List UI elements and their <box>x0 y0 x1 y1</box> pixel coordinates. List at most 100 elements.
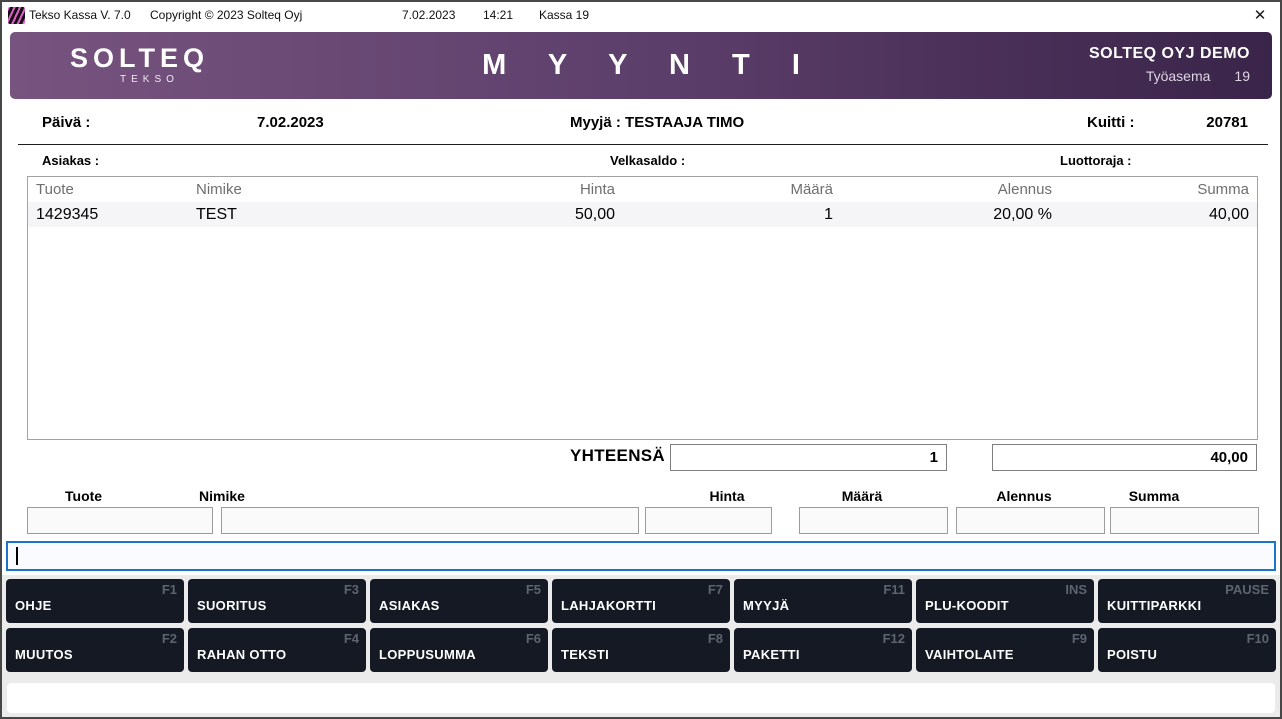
fkey-label: F10 <box>1247 631 1269 646</box>
total-label: YHTEENSÄ <box>550 446 665 466</box>
alennus-field[interactable] <box>956 507 1105 534</box>
fkey-label: F3 <box>344 582 359 597</box>
separator-line <box>18 144 1268 145</box>
lahjakortti-button[interactable]: F7 LAHJAKORTTI <box>552 579 730 623</box>
total-sum-box: 40,00 <box>992 444 1257 471</box>
fkey-label: F1 <box>162 582 177 597</box>
muutos-button[interactable]: F2 MUUTOS <box>6 628 184 672</box>
workstation-row: Työasema 19 <box>1089 68 1250 84</box>
entry-label-summa: Summa <box>1129 488 1180 504</box>
company-name: SOLTEQ OYJ DEMO <box>1089 45 1250 63</box>
fkey-label: F7 <box>708 582 723 597</box>
maara-field[interactable] <box>799 507 948 534</box>
button-label: KUITTIPARKKI <box>1107 598 1201 613</box>
button-label: OHJE <box>15 598 52 613</box>
fkey-label: F6 <box>526 631 541 646</box>
grid-header-row: Tuote Nimike Hinta Määrä Alennus Summa <box>28 177 1257 202</box>
fkey-label: F4 <box>344 631 359 646</box>
debt-balance-label: Velkasaldo : <box>610 153 685 168</box>
workstation-value: 19 <box>1234 68 1250 84</box>
entry-label-nimike: Nimike <box>199 488 245 504</box>
fkey-label: F11 <box>883 582 905 597</box>
app-title: Tekso Kassa V. 7.0 <box>29 8 131 22</box>
fkey-label: F12 <box>883 631 905 646</box>
receipt-value: 20781 <box>1162 114 1248 131</box>
app-header: SOLTEQ TEKSO M Y Y N T I SOLTEQ OYJ DEMO… <box>10 32 1272 99</box>
entry-label-alennus: Alennus <box>996 488 1051 504</box>
col-header-maara: Määrä <box>623 181 841 198</box>
customer-label: Asiakas : <box>42 153 99 168</box>
status-bar <box>7 683 1275 713</box>
titlebar: Tekso Kassa V. 7.0 Copyright © 2023 Solt… <box>2 2 1280 30</box>
date-value: 7.02.2023 <box>257 114 324 131</box>
asiakas-button[interactable]: F5 ASIAKAS <box>370 579 548 623</box>
copyright-text: Copyright © 2023 Solteq Oyj <box>150 8 302 22</box>
loppusumma-button[interactable]: F6 LOPPUSUMMA <box>370 628 548 672</box>
credit-limit-label: Luottoraja : <box>1060 153 1132 168</box>
app-logo-icon <box>8 7 25 24</box>
col-header-alennus: Alennus <box>841 181 1060 198</box>
kuittiparkki-button[interactable]: PAUSE KUITTIPARKKI <box>1098 579 1276 623</box>
receipt-label: Kuitti : <box>1087 114 1134 131</box>
workstation-label: Työasema <box>1146 68 1211 84</box>
fkey-label: F5 <box>526 582 541 597</box>
sales-grid: Tuote Nimike Hinta Määrä Alennus Summa 1… <box>27 176 1258 440</box>
cell-alennus: 20,00 % <box>841 206 1060 224</box>
cell-nimike: TEST <box>188 206 438 224</box>
close-icon[interactable]: ✕ <box>1248 5 1272 27</box>
header-right-block: SOLTEQ OYJ DEMO Työasema 19 <box>1089 45 1250 84</box>
total-quantity-box: 1 <box>670 444 947 471</box>
text-cursor <box>16 547 18 565</box>
teksti-button[interactable]: F8 TEKSTI <box>552 628 730 672</box>
button-label: POISTU <box>1107 647 1157 662</box>
table-row[interactable]: 1429345 TEST 50,00 1 20,00 % 40,00 <box>28 202 1257 227</box>
vaihtolaite-button[interactable]: F9 VAIHTOLAITE <box>916 628 1094 672</box>
poistu-button[interactable]: F10 POISTU <box>1098 628 1276 672</box>
titlebar-date: 7.02.2023 <box>402 8 455 22</box>
ohje-button[interactable]: F1 OHJE <box>6 579 184 623</box>
titlebar-time: 14:21 <box>483 8 513 22</box>
page-title: M Y Y N T I <box>10 49 1272 82</box>
button-label: LAHJAKORTTI <box>561 598 656 613</box>
col-header-tuote: Tuote <box>28 181 188 198</box>
button-label: ASIAKAS <box>379 598 440 613</box>
pos-window: Tekso Kassa V. 7.0 Copyright © 2023 Solt… <box>0 0 1282 719</box>
cell-hinta: 50,00 <box>438 206 623 224</box>
fkey-label: INS <box>1065 582 1087 597</box>
rahan-otto-button[interactable]: F4 RAHAN OTTO <box>188 628 366 672</box>
seller-line: Myyjä : TESTAAJA TIMO <box>570 114 744 131</box>
cell-tuote: 1429345 <box>28 206 188 224</box>
col-header-hinta: Hinta <box>438 181 623 198</box>
button-label: SUORITUS <box>197 598 267 613</box>
paketti-button[interactable]: F12 PAKETTI <box>734 628 912 672</box>
fkey-label: F2 <box>162 631 177 646</box>
summa-field[interactable] <box>1110 507 1259 534</box>
col-header-summa: Summa <box>1060 181 1257 198</box>
seller-label: Myyjä : <box>570 114 621 131</box>
nimike-field[interactable] <box>221 507 639 534</box>
cell-summa: 40,00 <box>1060 206 1257 224</box>
command-input[interactable] <box>8 543 1274 569</box>
tuote-field[interactable] <box>27 507 213 534</box>
button-label: MYYJÄ <box>743 598 789 613</box>
button-label: LOPPUSUMMA <box>379 647 476 662</box>
fkey-label: F8 <box>708 631 723 646</box>
myyja-button[interactable]: F11 MYYJÄ <box>734 579 912 623</box>
col-header-nimike: Nimike <box>188 181 438 198</box>
button-label: VAIHTOLAITE <box>925 647 1014 662</box>
date-label: Päivä : <box>42 114 90 131</box>
function-button-grid: F1 OHJE F3 SUORITUS F5 ASIAKAS F7 LAHJAK… <box>6 579 1276 672</box>
button-label: PAKETTI <box>743 647 800 662</box>
plu-koodit-button[interactable]: INS PLU-KOODIT <box>916 579 1094 623</box>
suoritus-button[interactable]: F3 SUORITUS <box>188 579 366 623</box>
hinta-field[interactable] <box>645 507 772 534</box>
fkey-label: PAUSE <box>1225 582 1269 597</box>
button-label: PLU-KOODIT <box>925 598 1009 613</box>
seller-value: TESTAAJA TIMO <box>625 114 744 131</box>
button-label: MUUTOS <box>15 647 73 662</box>
entry-label-maara: Määrä <box>842 488 882 504</box>
button-label: RAHAN OTTO <box>197 647 286 662</box>
titlebar-register: Kassa 19 <box>539 8 589 22</box>
button-label: TEKSTI <box>561 647 609 662</box>
cell-maara: 1 <box>623 206 841 224</box>
